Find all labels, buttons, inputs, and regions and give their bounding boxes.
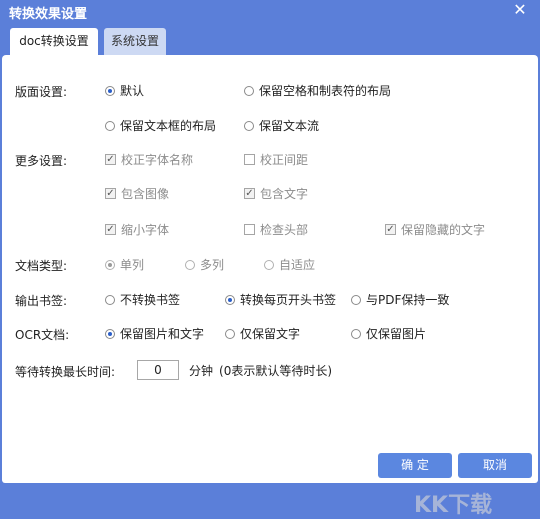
bookmark-label: 输出书签:: [15, 294, 68, 308]
radio-icon: [244, 85, 254, 96]
radio-layout-keep-textflow[interactable]: 保留文本流: [244, 117, 319, 134]
checkbox-checked-icon: [385, 224, 396, 235]
layout-settings-label: 版面设置:: [15, 85, 68, 99]
radio-icon: [185, 259, 195, 270]
radio-icon: [351, 328, 361, 339]
radio-ocr-image-and-text[interactable]: 保留图片和文字: [105, 325, 204, 342]
radio-layout-keep-textbox[interactable]: 保留文本框的布局: [105, 117, 216, 134]
radio-icon: [105, 120, 115, 131]
window-title: 转换效果设置: [9, 7, 88, 22]
settings-panel: 版面设置: 默认 保留空格和制表符的布局 保留文本框的布局 保留文本流 更多设置…: [2, 55, 538, 518]
radio-layout-keep-spaces[interactable]: 保留空格和制表符的布局: [244, 82, 391, 99]
checkbox-fix-spacing[interactable]: 校正间距: [244, 151, 308, 168]
radio-bookmark-none[interactable]: 不转换书签: [105, 291, 180, 308]
checkbox-check-header[interactable]: 检查头部: [244, 221, 308, 238]
radio-bookmark-per-page[interactable]: 转换每页开头书签: [225, 291, 336, 308]
radio-icon: [351, 294, 361, 305]
checkbox-icon: [244, 154, 255, 165]
radio-ocr-text-only[interactable]: 仅保留文字: [225, 325, 300, 342]
radio-doc-single-column[interactable]: 单列: [105, 256, 144, 273]
radio-doc-multi-column[interactable]: 多列: [185, 256, 224, 273]
watermark-logo: KK下载: [414, 493, 493, 518]
radio-selected-icon: [225, 294, 235, 305]
radio-icon: [244, 120, 254, 131]
radio-layout-default[interactable]: 默认: [105, 82, 144, 99]
title-bar: 转换效果设置 ✕: [0, 0, 540, 23]
radio-selected-icon: [105, 328, 115, 339]
checkbox-shrink-font[interactable]: 缩小字体: [105, 221, 169, 238]
tab-system-settings[interactable]: 系统设置: [104, 28, 166, 55]
ocr-label: OCR文档:: [15, 328, 70, 342]
radio-icon: [105, 294, 115, 305]
checkbox-include-images[interactable]: 包含图像: [105, 185, 169, 202]
radio-selected-icon: [105, 85, 115, 96]
more-settings-label: 更多设置:: [15, 154, 68, 168]
checkbox-checked-icon: [244, 188, 255, 199]
checkbox-checked-icon: [105, 188, 116, 199]
timeout-input[interactable]: 0: [137, 360, 179, 380]
doc-type-label: 文档类型:: [15, 259, 68, 273]
radio-icon: [264, 259, 274, 270]
checkbox-keep-hidden-text[interactable]: 保留隐藏的文字: [385, 221, 485, 238]
timeout-unit: 分钟 (0表示默认等待时长): [189, 364, 333, 378]
radio-doc-adaptive[interactable]: 自适应: [264, 256, 315, 273]
checkbox-fix-font-name[interactable]: 校正字体名称: [105, 151, 193, 168]
tab-doc-convert[interactable]: doc转换设置: [10, 28, 98, 55]
checkbox-checked-icon: [105, 154, 116, 165]
checkbox-icon: [244, 224, 255, 235]
checkbox-include-text[interactable]: 包含文字: [244, 185, 308, 202]
radio-bookmark-keep-pdf[interactable]: 与PDF保持一致: [351, 291, 449, 308]
ok-button[interactable]: 确 定: [378, 453, 452, 478]
close-icon[interactable]: ✕: [511, 1, 529, 19]
radio-ocr-image-only[interactable]: 仅保留图片: [351, 325, 426, 342]
cancel-button[interactable]: 取消: [458, 453, 532, 478]
radio-icon: [225, 328, 235, 339]
timeout-label: 等待转换最长时间:: [15, 365, 116, 379]
checkbox-checked-icon: [105, 224, 116, 235]
radio-selected-icon: [105, 259, 115, 270]
